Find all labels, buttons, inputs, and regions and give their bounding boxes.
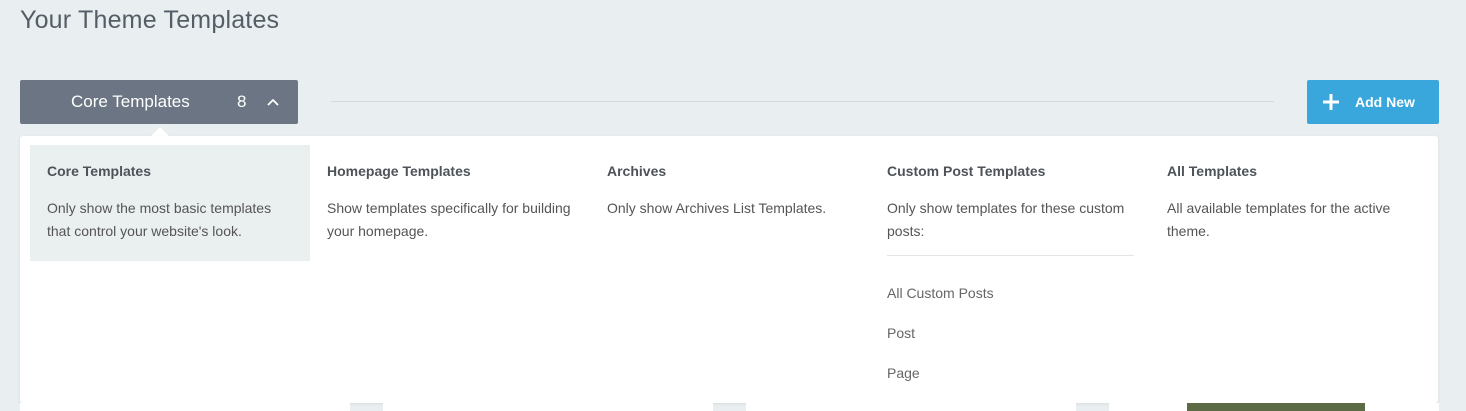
template-type-dropdown: Core Templates Only show the most basic … [20,136,1438,403]
filter-label: Core Templates [71,92,190,111]
custom-post-item-post[interactable]: Post [887,313,1133,353]
menu-item-all-templates[interactable]: All Templates All available templates fo… [1150,145,1430,261]
toolbar-divider [331,101,1274,102]
template-thumbnail-image [1187,403,1365,411]
template-card-preview [746,403,1076,411]
menu-item-custom-post-templates[interactable]: Custom Post Templates Only show template… [870,145,1150,411]
menu-item-description: All available templates for the active t… [1167,200,1391,239]
plus-icon [1323,94,1339,110]
menu-item-title: Homepage Templates [327,163,471,179]
template-filter-toggle[interactable]: Core Templates 8 [20,80,298,136]
menu-item-title: Custom Post Templates [887,163,1046,179]
custom-post-list: All Custom Posts Post Page [887,273,1133,393]
template-card-preview [20,403,350,411]
menu-item-description: Only show the most basic templates that … [47,200,272,239]
menu-item-description: Show templates specifically for building… [327,200,571,239]
menu-item-title: Core Templates [47,163,151,179]
custom-post-divider [887,255,1134,256]
menu-item-description: Only show Archives List Templates. [607,200,827,216]
chevron-up-icon [267,99,279,106]
menu-item-title: All Templates [1167,163,1257,179]
template-toolbar: Core Templates 8 Add New [20,80,1439,136]
menu-item-homepage-templates[interactable]: Homepage Templates Show templates specif… [310,145,590,261]
menu-item-description: Only show templates for these custom pos… [887,200,1125,239]
custom-post-item-all[interactable]: All Custom Posts [887,273,1133,313]
menu-item-title: Archives [607,163,667,179]
dropdown-pointer [151,127,169,136]
page-title: Your Theme Templates [20,6,280,34]
custom-post-item-page[interactable]: Page [887,353,1133,393]
menu-item-archives[interactable]: Archives Only show Archives List Templat… [590,145,870,238]
filter-count: 8 [237,92,247,111]
add-new-label: Add New [1355,94,1415,110]
template-card-preview [383,403,713,411]
add-new-button[interactable]: Add New [1307,80,1439,124]
menu-item-core-templates[interactable]: Core Templates Only show the most basic … [30,145,310,261]
